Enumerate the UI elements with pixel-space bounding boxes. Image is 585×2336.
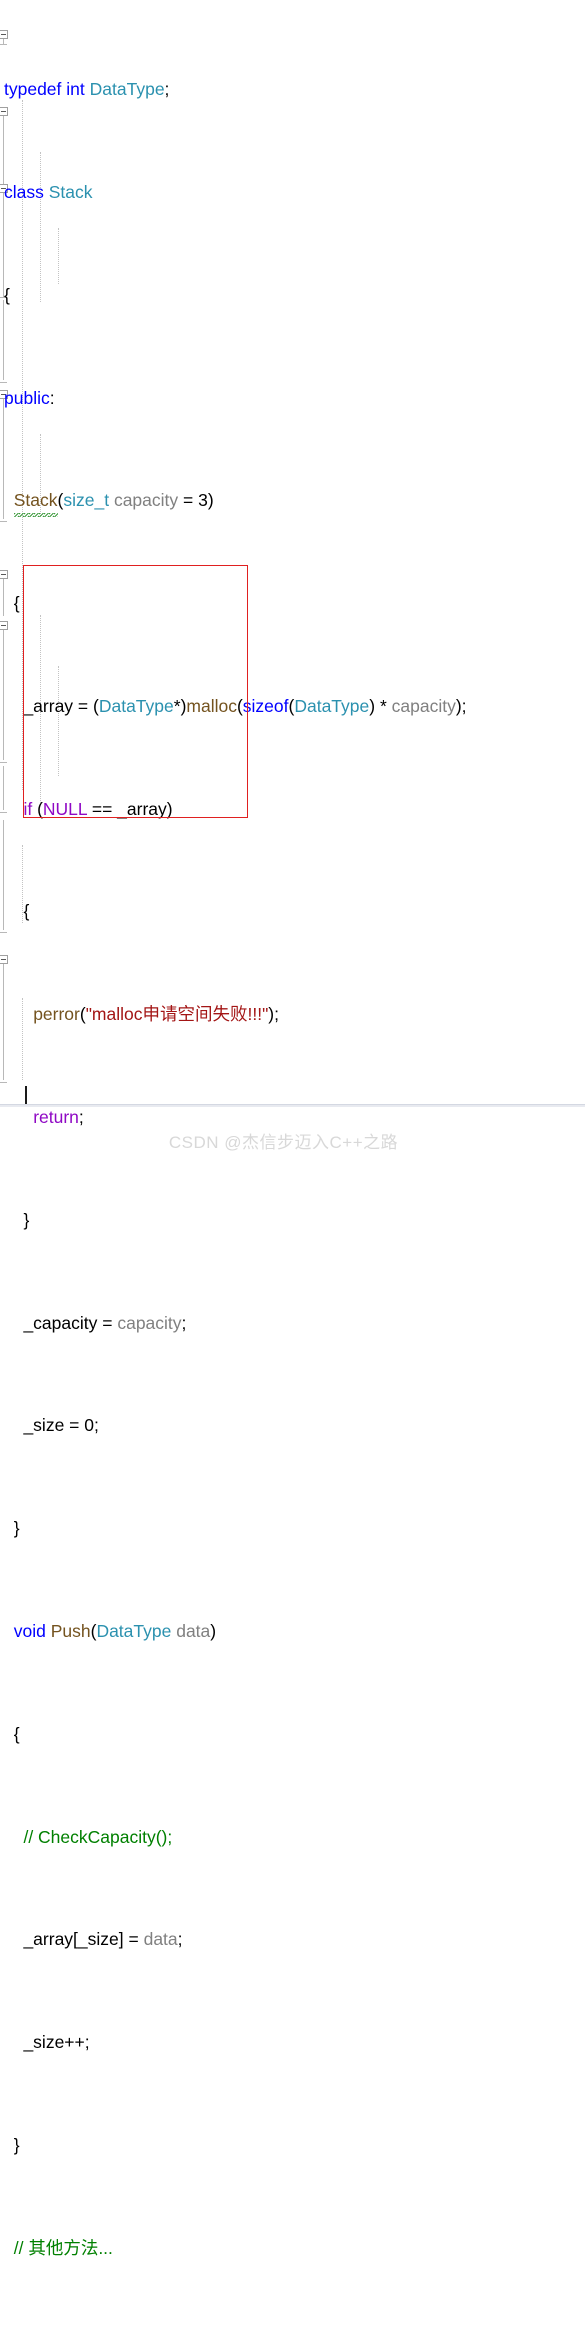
token-var: _array[_size]: [23, 1929, 124, 1950]
token-type: Stack: [48, 181, 93, 202]
code-line[interactable]: _size++;: [0, 2030, 585, 2056]
code-line[interactable]: {: [0, 1722, 585, 1748]
token-operator: =: [123, 1929, 144, 1950]
code-line[interactable]: _size = 0;: [0, 1413, 585, 1439]
token-operator: =: [73, 695, 94, 716]
code-line[interactable]: _array[_size] = data;: [0, 1927, 585, 1953]
code-line[interactable]: {: [0, 899, 585, 925]
code-line[interactable]: typedef int DataType;: [0, 77, 585, 103]
code-line[interactable]: if (NULL == _array): [0, 797, 585, 823]
token-control-keyword: if: [23, 798, 33, 819]
token-var: _size: [23, 1415, 65, 1436]
code-line[interactable]: }: [0, 2133, 585, 2159]
token-var: _array: [23, 695, 74, 716]
token-punct: ;: [274, 1004, 279, 1025]
token-keyword: sizeof: [242, 695, 289, 716]
watermark-text: CSDN @杰信步迈入C++之路: [168, 1133, 399, 1152]
token-type: DataType: [294, 695, 370, 716]
token-punct: ;: [94, 1415, 99, 1436]
token-function-with-warning: Stack: [13, 488, 58, 517]
code-line[interactable]: class Stack: [0, 180, 585, 206]
token-string-literal: "malloc申请空间失败!!!": [85, 1004, 269, 1025]
token-param: data: [143, 1929, 178, 1950]
token-function: Push: [50, 1621, 91, 1642]
token-punct: ): [210, 1621, 217, 1642]
token-punct: ;: [84, 2032, 90, 2053]
editor-bottom-separator: [0, 1104, 585, 1107]
code-text[interactable]: typedef int DataType; class Stack { publ…: [0, 0, 585, 2336]
token-type: DataType: [98, 695, 174, 716]
token-comment: // 其他方法...: [13, 2237, 113, 2258]
token-param: data: [171, 1621, 211, 1642]
code-line[interactable]: Stack(size_t capacity = 3): [0, 488, 585, 517]
token-punct: *: [173, 695, 181, 716]
token-type: DataType: [89, 79, 165, 100]
token-function: malloc: [186, 695, 237, 716]
token-punct: :: [49, 387, 55, 408]
token-brace: }: [13, 2135, 20, 2156]
token-brace: {: [13, 593, 20, 614]
token-brace: {: [13, 1723, 20, 1744]
code-line[interactable]: return;: [0, 1105, 585, 1131]
token-brace: }: [23, 1209, 30, 1230]
code-line[interactable]: }: [0, 1516, 585, 1542]
token-keyword: class: [4, 181, 44, 202]
token-keyword: int: [66, 79, 85, 100]
token-number: 0: [84, 1415, 94, 1436]
token-function: perror: [33, 1004, 80, 1025]
token-keyword: void: [13, 1621, 46, 1642]
token-brace: }: [13, 1518, 20, 1539]
token-brace: {: [23, 901, 30, 922]
code-line[interactable]: }: [0, 1208, 585, 1234]
code-editor-surface[interactable]: typedef int DataType; class Stack { publ…: [0, 0, 585, 2258]
token-punct: ;: [181, 1312, 187, 1333]
token-type: size_t: [63, 490, 110, 511]
csdn-watermark: CSDN @杰信步迈入C++之路: [0, 1128, 585, 1153]
token-punct: ;: [164, 79, 170, 100]
token-punct: ;: [177, 1929, 183, 1950]
token-number: 3: [198, 490, 208, 511]
token-punct: ): [207, 490, 214, 511]
token-var: _capacity: [23, 1312, 98, 1333]
token-punct: ;: [78, 1107, 84, 1128]
token-param: capacity: [117, 1312, 182, 1333]
token-comment: // CheckCapacity();: [23, 1826, 173, 1847]
token-var: _array: [117, 798, 167, 819]
token-null: NULL: [42, 798, 87, 819]
code-line[interactable]: _capacity = capacity;: [0, 1311, 585, 1337]
code-line[interactable]: void Push(DataType data): [0, 1619, 585, 1645]
token-type: DataType: [96, 1621, 172, 1642]
code-line[interactable]: public:: [0, 386, 585, 412]
code-line[interactable]: // CheckCapacity();: [0, 1825, 585, 1851]
code-line[interactable]: perror("malloc申请空间失败!!!");: [0, 1002, 585, 1028]
token-keyword: public: [4, 387, 50, 408]
code-line[interactable]: _array = (DataType*)malloc(sizeof(DataTy…: [0, 694, 585, 720]
token-operator: *: [375, 695, 392, 716]
text-caret: [25, 1086, 27, 1105]
token-operator: ==: [87, 798, 118, 819]
token-punct: (: [32, 798, 43, 819]
token-operator: =: [178, 490, 199, 511]
token-punct: ;: [461, 695, 467, 716]
code-line[interactable]: {: [0, 591, 585, 617]
code-line[interactable]: // 其他方法...: [0, 2236, 585, 2262]
token-brace: {: [4, 284, 10, 305]
token-param: capacity: [391, 695, 456, 716]
code-line[interactable]: {: [0, 283, 585, 309]
token-var: _size++: [23, 2032, 85, 2053]
token-param: capacity: [113, 490, 179, 511]
token-punct: ): [166, 798, 173, 819]
token-operator: =: [97, 1312, 118, 1333]
token-keyword: typedef: [4, 79, 62, 100]
token-control-keyword: return: [33, 1107, 79, 1128]
token-operator: =: [64, 1415, 85, 1436]
